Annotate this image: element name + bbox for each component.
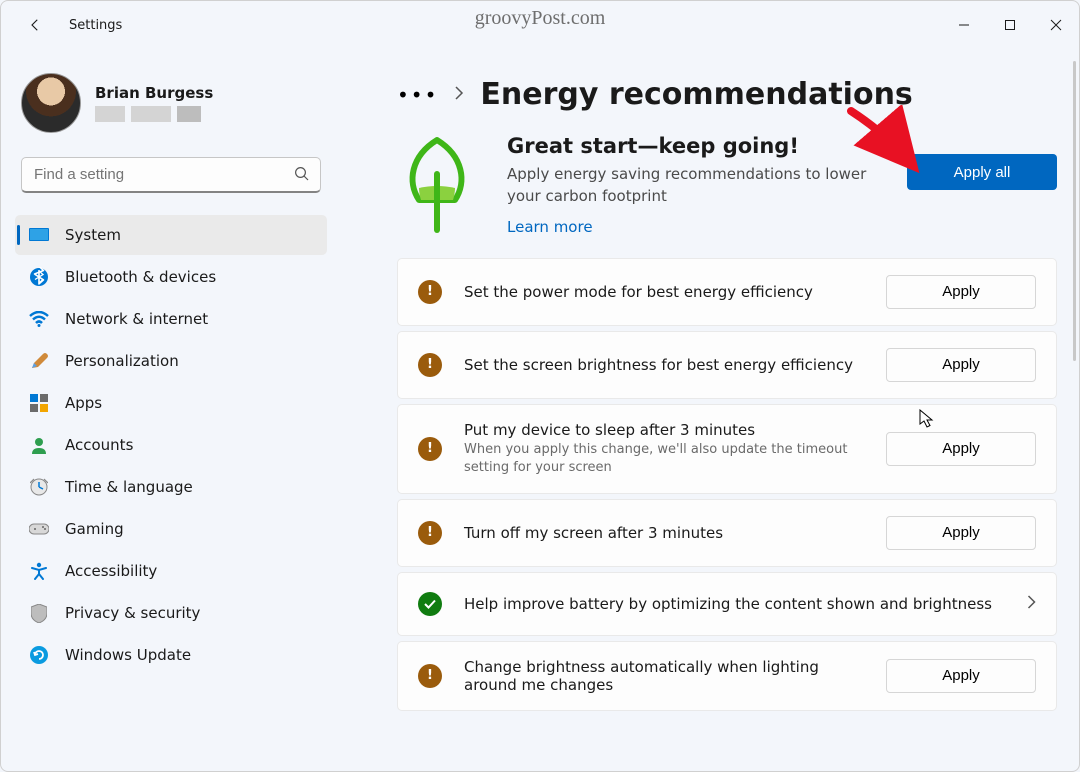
card-title: Set the power mode for best energy effic… (464, 283, 864, 301)
system-icon (29, 225, 49, 245)
sidebar-item-gaming[interactable]: Gaming (15, 509, 327, 549)
update-icon (29, 645, 49, 665)
window-title: Settings (69, 18, 122, 33)
sidebar-item-label: System (65, 226, 121, 244)
page-title: Energy recommendations (480, 77, 912, 112)
main-content: ••• Energy recommendations Great start—k… (341, 49, 1079, 771)
learn-more-link[interactable]: Learn more (507, 218, 593, 236)
accounts-icon (29, 435, 49, 455)
titlebar: Settings groovyPost.com (1, 1, 1079, 49)
sidebar-item-label: Accounts (65, 436, 133, 454)
card-title: Put my device to sleep after 3 minutes (464, 421, 864, 439)
recommendation-card: ! Turn off my screen after 3 minutes App… (397, 499, 1057, 567)
sidebar-item-accessibility[interactable]: Accessibility (15, 551, 327, 591)
recommendation-card: ! Set the screen brightness for best ene… (397, 331, 1057, 399)
watermark: groovyPost.com (475, 7, 606, 30)
recommendation-card: ! Change brightness automatically when l… (397, 641, 1057, 711)
sidebar-item-label: Network & internet (65, 310, 208, 328)
apps-icon (29, 393, 49, 413)
apply-button[interactable]: Apply (886, 348, 1036, 382)
chevron-right-icon (454, 85, 464, 104)
warning-icon: ! (418, 521, 442, 545)
sidebar-item-privacy[interactable]: Privacy & security (15, 593, 327, 633)
sidebar-item-label: Apps (65, 394, 102, 412)
clock-icon (29, 477, 49, 497)
user-account[interactable]: Brian Burgess (15, 73, 327, 149)
gaming-icon (29, 519, 49, 539)
sidebar-item-label: Personalization (65, 352, 179, 370)
maximize-button[interactable] (987, 1, 1033, 49)
sidebar-item-label: Privacy & security (65, 604, 200, 622)
sidebar-item-system[interactable]: System (15, 215, 327, 255)
avatar (21, 73, 81, 133)
warning-icon: ! (418, 353, 442, 377)
card-subtitle: When you apply this change, we'll also u… (464, 441, 864, 477)
back-button[interactable] (21, 11, 49, 39)
card-title: Turn off my screen after 3 minutes (464, 524, 864, 542)
sidebar-item-label: Time & language (65, 478, 193, 496)
search-input[interactable] (21, 157, 321, 193)
user-email-redacted (95, 106, 213, 122)
sidebar-item-label: Bluetooth & devices (65, 268, 216, 286)
sidebar-item-update[interactable]: Windows Update (15, 635, 327, 675)
paint-icon (29, 351, 49, 371)
minimize-button[interactable] (941, 1, 987, 49)
chevron-right-icon (1027, 594, 1036, 613)
card-title: Set the screen brightness for best energ… (464, 356, 864, 374)
sidebar-item-apps[interactable]: Apps (15, 383, 327, 423)
warning-icon: ! (418, 664, 442, 688)
user-name: Brian Burgess (95, 84, 213, 102)
window-controls (941, 1, 1079, 49)
apply-button[interactable]: Apply (886, 659, 1036, 693)
warning-icon: ! (418, 280, 442, 304)
sidebar-item-time[interactable]: Time & language (15, 467, 327, 507)
sidebar-item-bluetooth[interactable]: Bluetooth & devices (15, 257, 327, 297)
close-button[interactable] (1033, 1, 1079, 49)
apply-button[interactable]: Apply (886, 275, 1036, 309)
scrollbar[interactable] (1073, 61, 1076, 361)
sidebar-item-label: Windows Update (65, 646, 191, 664)
sidebar-item-accounts[interactable]: Accounts (15, 425, 327, 465)
recommendations-list: ! Set the power mode for best energy eff… (397, 258, 1057, 711)
nav: System Bluetooth & devices Network & int… (15, 215, 327, 675)
leaf-icon (397, 134, 477, 234)
card-title: Change brightness automatically when lig… (464, 658, 864, 694)
sidebar-item-network[interactable]: Network & internet (15, 299, 327, 339)
search-wrap (21, 157, 321, 193)
recommendation-card[interactable]: Help improve battery by optimizing the c… (397, 572, 1057, 636)
apply-button[interactable]: Apply (886, 432, 1036, 466)
apply-all-button[interactable]: Apply all (907, 154, 1057, 190)
card-title: Help improve battery by optimizing the c… (464, 595, 995, 613)
sidebar: Brian Burgess System (1, 49, 341, 771)
sidebar-item-label: Accessibility (65, 562, 157, 580)
recommendation-card: ! Set the power mode for best energy eff… (397, 258, 1057, 326)
check-icon (418, 592, 442, 616)
breadcrumb: ••• Energy recommendations (397, 77, 1057, 112)
breadcrumb-overflow-icon[interactable]: ••• (397, 83, 438, 107)
apply-button[interactable]: Apply (886, 516, 1036, 550)
recommendation-card: ! Put my device to sleep after 3 minutes… (397, 404, 1057, 494)
warning-icon: ! (418, 437, 442, 461)
search-icon (293, 165, 311, 187)
hero-banner: Great start—keep going! Apply energy sav… (397, 134, 1057, 236)
wifi-icon (29, 309, 49, 329)
sidebar-item-label: Gaming (65, 520, 124, 538)
sidebar-item-personalization[interactable]: Personalization (15, 341, 327, 381)
bluetooth-icon (29, 267, 49, 287)
accessibility-icon (29, 561, 49, 581)
hero-description: Apply energy saving recommendations to l… (507, 164, 877, 208)
hero-title: Great start—keep going! (507, 134, 877, 158)
shield-icon (29, 603, 49, 623)
